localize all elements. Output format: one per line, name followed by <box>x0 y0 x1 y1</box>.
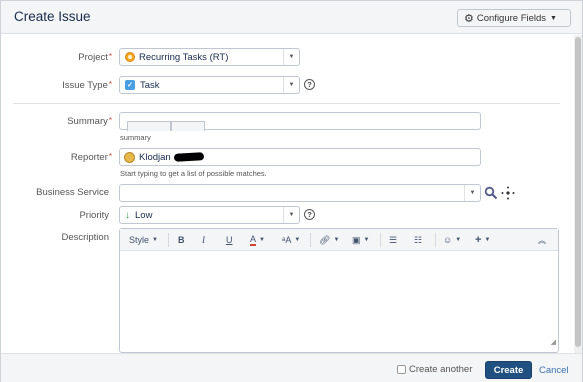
required-marker: * <box>108 52 112 61</box>
description-label-text: Description <box>61 232 109 243</box>
help-icon[interactable]: ? <box>304 209 315 220</box>
toolbar-separator <box>435 233 436 247</box>
divider <box>13 103 560 104</box>
tab-text[interactable] <box>171 121 205 131</box>
chevron-down-icon[interactable]: ▼ <box>283 49 299 65</box>
text-size-button[interactable]: ᵃA ▼ <box>282 233 300 247</box>
required-marker: * <box>108 152 112 161</box>
text-size-icon: ᵃA <box>282 235 292 245</box>
priority-select[interactable]: ↓ Low ▼ <box>119 206 300 224</box>
priority-value: Low <box>135 209 153 221</box>
toolbar-separator <box>310 233 311 247</box>
reporter-value: Klodjan <box>139 151 171 163</box>
numbered-list-button[interactable]: ☷ <box>414 233 422 247</box>
image-icon: ▣ <box>352 234 361 245</box>
bullet-list-button[interactable]: ☰ <box>389 233 397 247</box>
create-issue-dialog: Create Issue ⚙ Configure Fields ▼ Projec… <box>0 0 583 382</box>
issue-type-select[interactable]: ✓ Task ▼ <box>119 76 300 94</box>
reporter-label-text: Reporter <box>70 152 108 163</box>
numbered-list-icon: ☷ <box>414 234 423 245</box>
user-avatar <box>124 151 135 163</box>
cancel-link[interactable]: Cancel <box>539 365 569 376</box>
project-value: Recurring Tasks (RT) <box>139 51 229 63</box>
priority-label-text: Priority <box>79 210 109 221</box>
business-service-label-text: Business Service <box>36 187 109 198</box>
create-button[interactable]: Create <box>485 361 532 379</box>
configure-fields-label: Configure Fields <box>476 12 547 24</box>
issue-type-label: Issue Type* <box>4 80 112 91</box>
create-another-option[interactable]: Create another <box>397 364 472 375</box>
toolbar-separator <box>380 233 381 247</box>
create-another-label: Create another <box>409 364 473 375</box>
create-another-checkbox[interactable] <box>397 365 406 374</box>
move-icon[interactable] <box>501 186 515 200</box>
bold-button[interactable]: B <box>178 233 185 247</box>
gear-icon: ⚙ <box>464 12 474 25</box>
summary-label: Summary* <box>4 116 112 127</box>
project-avatar-icon <box>125 52 135 62</box>
style-dropdown[interactable]: Style ▼ <box>129 233 158 247</box>
issue-type-value: Task <box>140 79 160 91</box>
italic-button[interactable]: I <box>202 233 205 247</box>
chevron-down-icon: ▼ <box>455 237 462 243</box>
summary-label-text: Summary <box>67 116 108 127</box>
chevron-down-icon: ▼ <box>294 237 301 243</box>
issue-type-label-text: Issue Type <box>62 80 108 91</box>
required-marker: * <box>108 80 112 89</box>
link-icon: 🔗︎ <box>319 234 331 245</box>
scrollbar-thumb[interactable] <box>575 37 581 347</box>
collapse-toolbar-button[interactable]: ︽ <box>538 233 546 247</box>
editor-toolbar: Style ▼ B I U A ▼ ᵃA ▼ 🔗︎ ▼ ▣ ▼ ☰ ☷ ☺ ▼ + ▼ ︽ <box>120 229 558 251</box>
priority-label: Priority <box>1 210 109 221</box>
chevron-down-icon: ▼ <box>484 237 491 243</box>
bullet-list-icon: ☰ <box>389 234 398 245</box>
chevron-down-icon: ▼ <box>152 237 158 243</box>
reporter-label: Reporter* <box>4 152 112 163</box>
chevron-down-icon: ▼ <box>550 14 557 22</box>
dialog-title: Create Issue <box>14 9 91 24</box>
emoticon-button[interactable]: ☺ ▼ <box>443 233 461 247</box>
toolbar-separator <box>168 233 169 247</box>
description-editor[interactable]: Style ▼ B I U A ▼ ᵃA ▼ 🔗︎ ▼ ▣ ▼ ☰ ☷ ☺ ▼ + ▼ ︽ ◢ <box>119 228 559 353</box>
task-checkbox-icon: ✓ <box>125 80 135 90</box>
help-icon[interactable]: ? <box>304 79 315 90</box>
business-service-select[interactable]: ▼ <box>119 184 481 202</box>
link-button[interactable]: 🔗︎ ▼ <box>319 233 339 247</box>
chevron-down-icon[interactable]: ▼ <box>283 207 299 223</box>
chevron-down-icon: ▼ <box>333 237 340 243</box>
description-label: Description <box>1 232 109 243</box>
project-label-text: Project <box>78 52 108 63</box>
redaction-mark <box>173 152 204 162</box>
dialog-header: Create Issue ⚙ Configure Fields ▼ <box>1 1 582 34</box>
required-marker: * <box>108 116 112 125</box>
insert-more-button[interactable]: + ▼ <box>475 233 490 247</box>
chevron-down-icon[interactable]: ▼ <box>283 77 299 93</box>
chevron-up-icon: ︽ <box>538 235 546 245</box>
chevron-down-icon: ▼ <box>363 237 370 243</box>
plus-icon: + <box>475 234 482 246</box>
project-select[interactable]: Recurring Tasks (RT) ▼ <box>119 48 300 66</box>
reporter-input[interactable]: Klodjan <box>119 148 481 166</box>
text-color-icon: A <box>250 233 257 246</box>
chevron-down-icon[interactable]: ▼ <box>464 185 480 201</box>
project-label: Project* <box>4 52 112 63</box>
style-label: Style <box>129 235 150 245</box>
dialog-footer: Create another Create Cancel <box>1 353 582 382</box>
emoticon-icon: ☺ <box>443 235 453 245</box>
arrow-down-icon: ↓ <box>125 209 130 221</box>
chevron-down-icon: ▼ <box>259 237 265 243</box>
attachment-button[interactable]: ▣ ▼ <box>352 233 369 247</box>
configure-fields-button[interactable]: ⚙ Configure Fields ▼ <box>457 9 571 27</box>
underline-button[interactable]: U <box>226 233 233 247</box>
summary-hint: summary <box>120 133 151 142</box>
search-icon[interactable] <box>484 186 498 200</box>
reporter-hint: Start typing to get a list of possible m… <box>120 169 267 178</box>
resize-handle-icon[interactable]: ◢ <box>551 338 556 346</box>
text-color-button[interactable]: A ▼ <box>250 233 265 247</box>
tab-visual[interactable] <box>127 121 171 131</box>
business-service-label: Business Service <box>1 187 109 198</box>
